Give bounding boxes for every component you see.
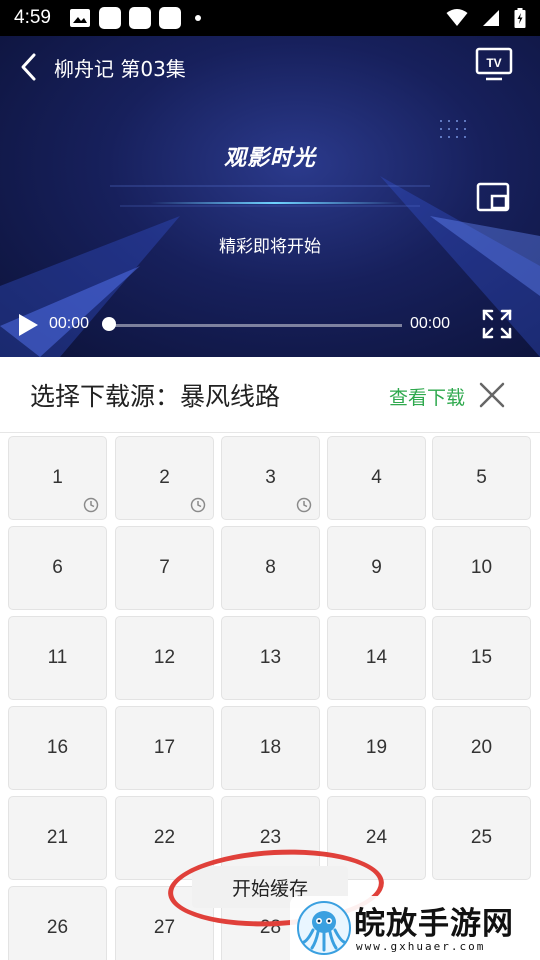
picture-in-picture-icon[interactable] [474,180,514,216]
episode-2-button[interactable]: 2 [115,436,214,520]
episode-number: 20 [470,737,493,758]
back-icon[interactable] [14,50,44,84]
close-icon[interactable] [478,381,506,409]
episode-25-button[interactable]: 25 [432,796,531,880]
episode-5-button[interactable]: 5 [432,436,531,520]
episode-number: 21 [46,827,69,848]
watermark-title: 皖放手游网 [354,906,514,942]
episode-number: 24 [365,827,388,848]
episode-number: 23 [259,827,282,848]
episode-number: 10 [470,557,493,578]
octopus-logo [297,901,351,955]
fullscreen-icon[interactable] [481,308,513,340]
episode-number: 1 [52,467,63,488]
episode-10-button[interactable]: 10 [432,526,531,610]
episode-17-button[interactable]: 17 [115,706,214,790]
episode-number: 15 [470,647,493,668]
episode-21-button[interactable]: 21 [8,796,107,880]
app-notification-icon [98,7,121,29]
episode-number: 18 [259,737,282,758]
episode-14-button[interactable]: 14 [327,616,426,700]
episode-number: 4 [371,467,382,488]
episode-number: 14 [365,647,388,668]
watermark-url: www.gxhuaer.com [356,940,486,953]
episode-number: 7 [159,557,170,578]
signal-icon [483,10,499,26]
episode-3-button[interactable]: 3 [221,436,320,520]
status-bar: 4:59 [0,0,540,36]
download-source-header: 选择下载源：暴风线路 查看下载 [0,357,540,433]
pending-clock-icon [190,497,206,513]
progress-bar[interactable] [108,324,402,327]
episode-number: 9 [371,557,382,578]
episode-13-button[interactable]: 13 [221,616,320,700]
episode-number: 6 [52,557,63,578]
battery-icon [514,8,526,28]
pending-clock-icon [83,497,99,513]
episode-number: 16 [46,737,69,758]
episode-number: 3 [265,467,276,488]
image-notification-icon [69,9,90,27]
episode-number: 12 [153,647,176,668]
more-notifications-icon [194,15,201,21]
video-title: 柳舟记 第03集 [54,57,186,81]
episode-number: 13 [259,647,282,668]
episode-number: 19 [365,737,388,758]
download-source-title: 选择下载源：暴风线路 [30,382,281,411]
episode-1-button[interactable]: 1 [8,436,107,520]
svg-text:TV: TV [486,56,501,70]
episode-number: 26 [46,917,69,938]
episode-number: 5 [476,467,487,488]
episode-number: 27 [153,917,176,938]
progress-knob[interactable] [102,317,116,331]
pending-clock-icon [296,497,312,513]
episode-number: 25 [470,827,493,848]
current-time: 00:00 [49,315,90,332]
episode-8-button[interactable]: 8 [221,526,320,610]
episode-20-button[interactable]: 20 [432,706,531,790]
app-notification-icon [128,7,151,29]
brand-text: 观影时光 [223,146,316,171]
player-controls: 00:00 00:00 [0,304,540,344]
episode-number: 17 [153,737,176,758]
play-icon[interactable] [16,312,40,338]
glow-divider [150,202,400,204]
episode-7-button[interactable]: 7 [115,526,214,610]
status-time: 4:59 [14,7,51,28]
episode-12-button[interactable]: 12 [115,616,214,700]
video-player[interactable]: 柳舟记 第03集 TV 观影时光 精彩即将开始 00:00 00:00 [0,36,540,357]
app-notification-icon [158,7,181,29]
view-downloads-link[interactable]: 查看下载 [389,383,465,410]
episode-26-button[interactable]: 26 [8,886,107,960]
wifi-icon [446,9,468,26]
episode-number: 2 [159,467,170,488]
episode-16-button[interactable]: 16 [8,706,107,790]
episode-number: 11 [47,647,68,668]
episode-15-button[interactable]: 15 [432,616,531,700]
episode-19-button[interactable]: 19 [327,706,426,790]
loading-slogan: 精彩即将开始 [219,237,321,257]
total-time: 00:00 [410,315,451,332]
episode-11-button[interactable]: 11 [8,616,107,700]
episode-4-button[interactable]: 4 [327,436,426,520]
episode-9-button[interactable]: 9 [327,526,426,610]
site-watermark: 皖放手游网 www.gxhuaer.com [290,896,540,960]
episode-number: 22 [153,827,176,848]
notification-icons [69,7,201,29]
episode-18-button[interactable]: 18 [221,706,320,790]
episode-6-button[interactable]: 6 [8,526,107,610]
episode-number: 8 [265,557,276,578]
tv-cast-icon[interactable]: TV [474,46,514,82]
